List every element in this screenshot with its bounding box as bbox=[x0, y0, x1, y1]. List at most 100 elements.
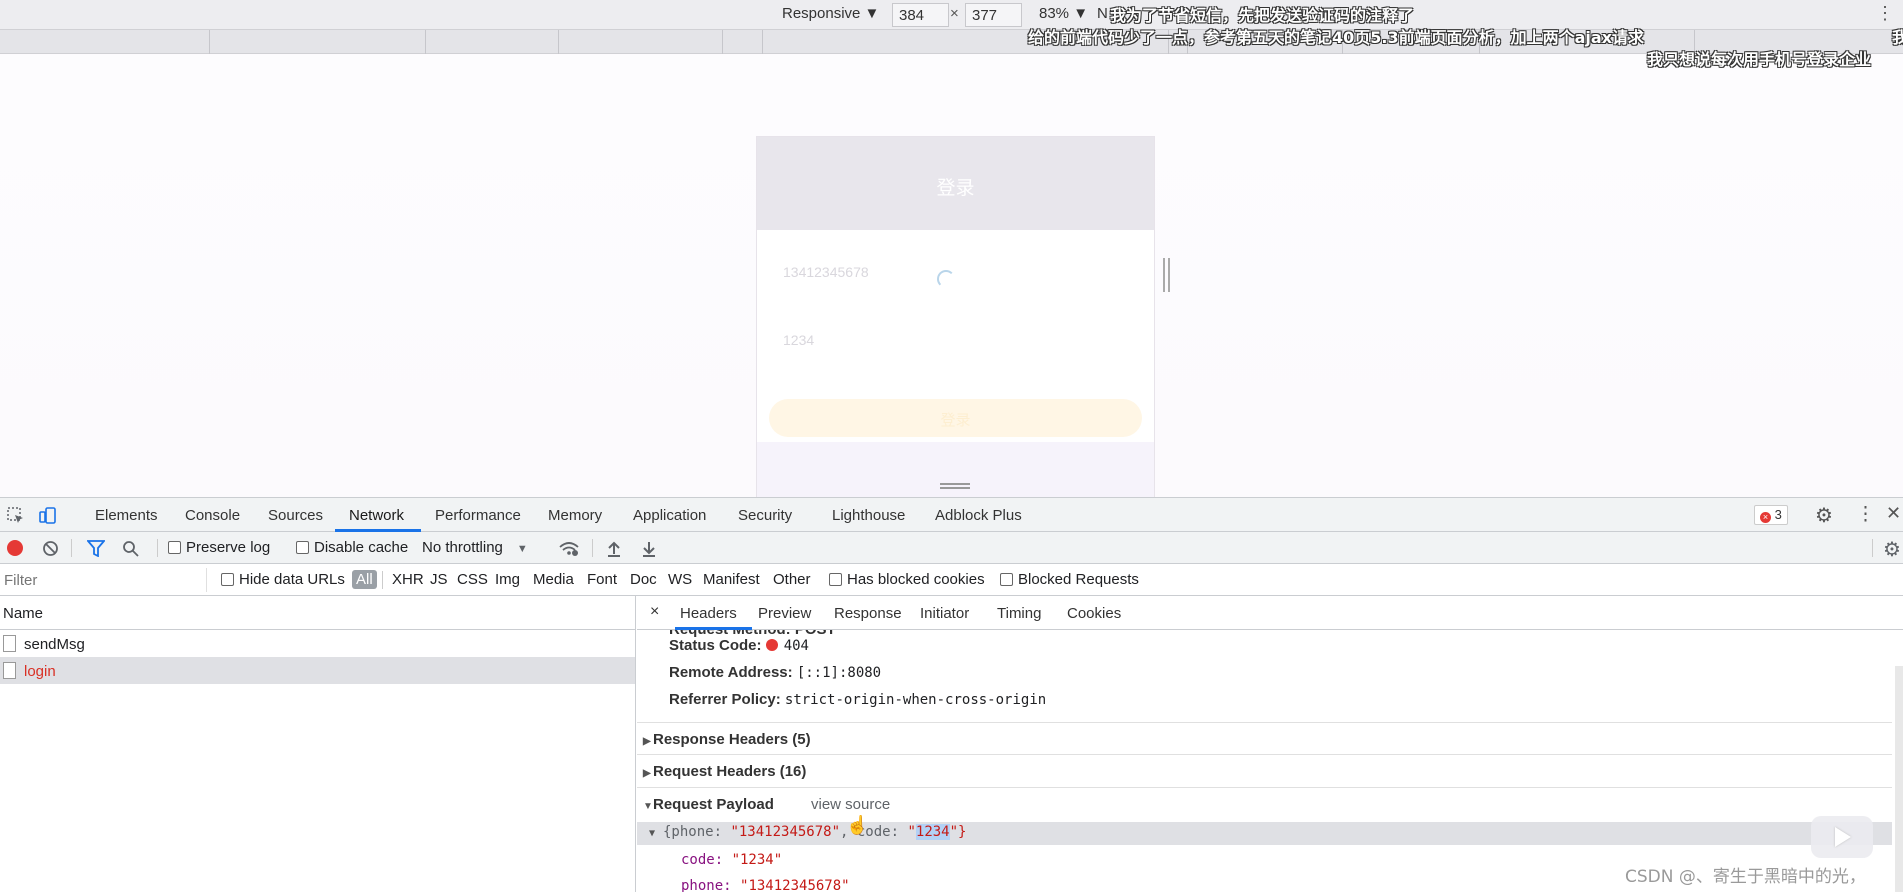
payload-summary[interactable]: ▼ {phone: "13412345678", code: "1234"} bbox=[649, 824, 966, 840]
type-filter-media[interactable]: Media bbox=[533, 571, 574, 588]
request-headers-section[interactable]: ▶ Request Headers (16) bbox=[643, 763, 806, 780]
request-name: sendMsg bbox=[24, 636, 85, 653]
csdn-watermark: CSDN @、寄生于黑暗中的光， bbox=[1625, 867, 1866, 887]
view-source-link[interactable]: view source bbox=[811, 796, 890, 813]
filter-input[interactable] bbox=[0, 568, 207, 592]
hide-data-urls-checkbox[interactable]: Hide data URLs bbox=[221, 571, 345, 588]
phone-input[interactable]: 13412345678 bbox=[783, 264, 869, 280]
search-icon[interactable] bbox=[122, 540, 139, 557]
payload-code-key: code: bbox=[681, 852, 732, 868]
request-row-selected[interactable]: login bbox=[0, 657, 635, 684]
error-count-badge[interactable]: × 3 bbox=[1754, 505, 1788, 525]
has-blocked-cookies-label: Has blocked cookies bbox=[847, 571, 985, 588]
network-settings-gear-icon[interactable]: ⚙ bbox=[1883, 537, 1901, 562]
emulated-viewport: 登录 13412345678 1234 登录 ◢ bbox=[0, 55, 1903, 546]
tab-network[interactable]: Network bbox=[349, 507, 404, 524]
login-button[interactable]: 登录 bbox=[769, 399, 1142, 437]
throttling-dropdown[interactable]: No throttling ▼ bbox=[422, 539, 528, 556]
ruler-tick bbox=[425, 30, 426, 54]
checkbox-box bbox=[829, 573, 842, 586]
caret-down-icon: ▼ bbox=[643, 801, 653, 812]
type-filter-js[interactable]: JS bbox=[430, 571, 448, 588]
disable-cache-checkbox[interactable]: Disable cache bbox=[296, 539, 408, 556]
ruler-tick bbox=[762, 30, 763, 54]
type-filter-font[interactable]: Font bbox=[587, 571, 617, 588]
tab-security[interactable]: Security bbox=[738, 507, 792, 524]
remote-address-label: Remote Address: bbox=[669, 664, 793, 681]
code-input[interactable]: 1234 bbox=[783, 332, 814, 348]
zoom-dropdown[interactable]: 83% ▼ bbox=[1039, 5, 1088, 22]
danmaku-comment: 我只想说每次用手机号登录企业 bbox=[1647, 50, 1872, 69]
divider bbox=[637, 787, 1892, 788]
export-har-icon[interactable] bbox=[641, 540, 657, 557]
type-filter-doc[interactable]: Doc bbox=[630, 571, 657, 588]
details-scrollbar[interactable] bbox=[1895, 666, 1903, 892]
inspect-element-icon[interactable] bbox=[7, 507, 25, 525]
preserve-log-checkbox[interactable]: Preserve log bbox=[168, 539, 270, 556]
hand-cursor-icon: ☝ bbox=[846, 815, 869, 835]
divider bbox=[637, 722, 1892, 723]
settings-gear-icon[interactable]: ⚙ bbox=[1815, 503, 1833, 528]
response-headers-section[interactable]: ▶ Response Headers (5) bbox=[643, 731, 811, 748]
clear-icon[interactable] bbox=[42, 540, 59, 557]
caret-right-icon: ▶ bbox=[643, 768, 651, 779]
tab-memory[interactable]: Memory bbox=[548, 507, 602, 524]
name-column-header[interactable]: Name bbox=[0, 596, 635, 630]
network-conditions-icon[interactable] bbox=[558, 540, 580, 557]
tab-initiator[interactable]: Initiator bbox=[920, 605, 969, 622]
type-filter-css[interactable]: CSS bbox=[457, 571, 488, 588]
request-row[interactable]: sendMsg bbox=[0, 630, 635, 657]
tab-performance[interactable]: Performance bbox=[435, 507, 521, 524]
type-filter-xhr[interactable]: XHR bbox=[392, 571, 424, 588]
type-filter-ws[interactable]: WS bbox=[668, 571, 692, 588]
checkbox-box bbox=[1000, 573, 1013, 586]
tab-response[interactable]: Response bbox=[834, 605, 902, 622]
record-icon[interactable] bbox=[7, 540, 23, 556]
type-filter-all[interactable]: All bbox=[352, 570, 377, 589]
height-input[interactable]: 377 bbox=[965, 3, 1022, 27]
network-throttle-dropdown[interactable]: N bbox=[1097, 5, 1108, 22]
resize-handle-right[interactable] bbox=[1163, 258, 1170, 292]
devtools-menu-icon[interactable]: ⋮ bbox=[1856, 503, 1875, 526]
more-options-icon[interactable]: ⋮ bbox=[1876, 3, 1894, 24]
payload-phone-value: "13412345678" bbox=[740, 878, 850, 892]
close-devtools-icon[interactable]: ✕ bbox=[1886, 503, 1901, 524]
has-blocked-cookies-checkbox[interactable]: Has blocked cookies bbox=[829, 571, 985, 588]
separator bbox=[157, 539, 158, 557]
tab-preview[interactable]: Preview bbox=[758, 605, 811, 622]
ruler-tick bbox=[558, 30, 559, 54]
filter-icon[interactable] bbox=[87, 540, 105, 557]
checkbox-box bbox=[296, 541, 309, 554]
danmaku-comment: 我为了节省短信，先把发送验证码的注释了 bbox=[1110, 6, 1415, 25]
request-payload-section[interactable]: ▼Request Payload bbox=[643, 796, 774, 813]
payload-phone: "13412345678" bbox=[730, 824, 841, 840]
tab-adblock-plus[interactable]: Adblock Plus bbox=[935, 507, 1022, 524]
document-icon bbox=[3, 635, 16, 652]
tab-timing[interactable]: Timing bbox=[997, 605, 1041, 622]
tab-sources[interactable]: Sources bbox=[268, 507, 323, 524]
request-list: Name sendMsg login bbox=[0, 596, 636, 892]
checkbox-box bbox=[168, 541, 181, 554]
resize-handle-bottom[interactable] bbox=[940, 483, 970, 489]
tab-application[interactable]: Application bbox=[633, 507, 706, 524]
device-preset-dropdown[interactable]: Responsive ▼ bbox=[782, 5, 879, 22]
blocked-requests-checkbox[interactable]: Blocked Requests bbox=[1000, 571, 1139, 588]
device-toolbar-toggle-icon[interactable] bbox=[39, 507, 57, 525]
remote-address-value: [::1]:8080 bbox=[796, 665, 882, 681]
tab-console[interactable]: Console bbox=[185, 507, 240, 524]
ruler-tick bbox=[722, 30, 723, 54]
payload-phone-row: phone: "13412345678" bbox=[681, 878, 850, 892]
type-filter-other[interactable]: Other bbox=[773, 571, 811, 588]
import-har-icon[interactable] bbox=[606, 540, 622, 557]
video-play-button[interactable] bbox=[1811, 816, 1873, 858]
close-detail-icon[interactable]: × bbox=[650, 603, 659, 621]
request-details: × Headers Preview Response Initiator Tim… bbox=[637, 596, 1903, 892]
type-filter-manifest[interactable]: Manifest bbox=[703, 571, 760, 588]
type-filter-img[interactable]: Img bbox=[495, 571, 520, 588]
tab-elements[interactable]: Elements bbox=[95, 507, 158, 524]
tab-cookies[interactable]: Cookies bbox=[1067, 605, 1121, 622]
error-icon: × bbox=[1760, 512, 1771, 523]
tab-lighthouse[interactable]: Lighthouse bbox=[832, 507, 905, 524]
tab-headers[interactable]: Headers bbox=[680, 605, 737, 622]
width-input[interactable]: 384 bbox=[892, 3, 949, 27]
